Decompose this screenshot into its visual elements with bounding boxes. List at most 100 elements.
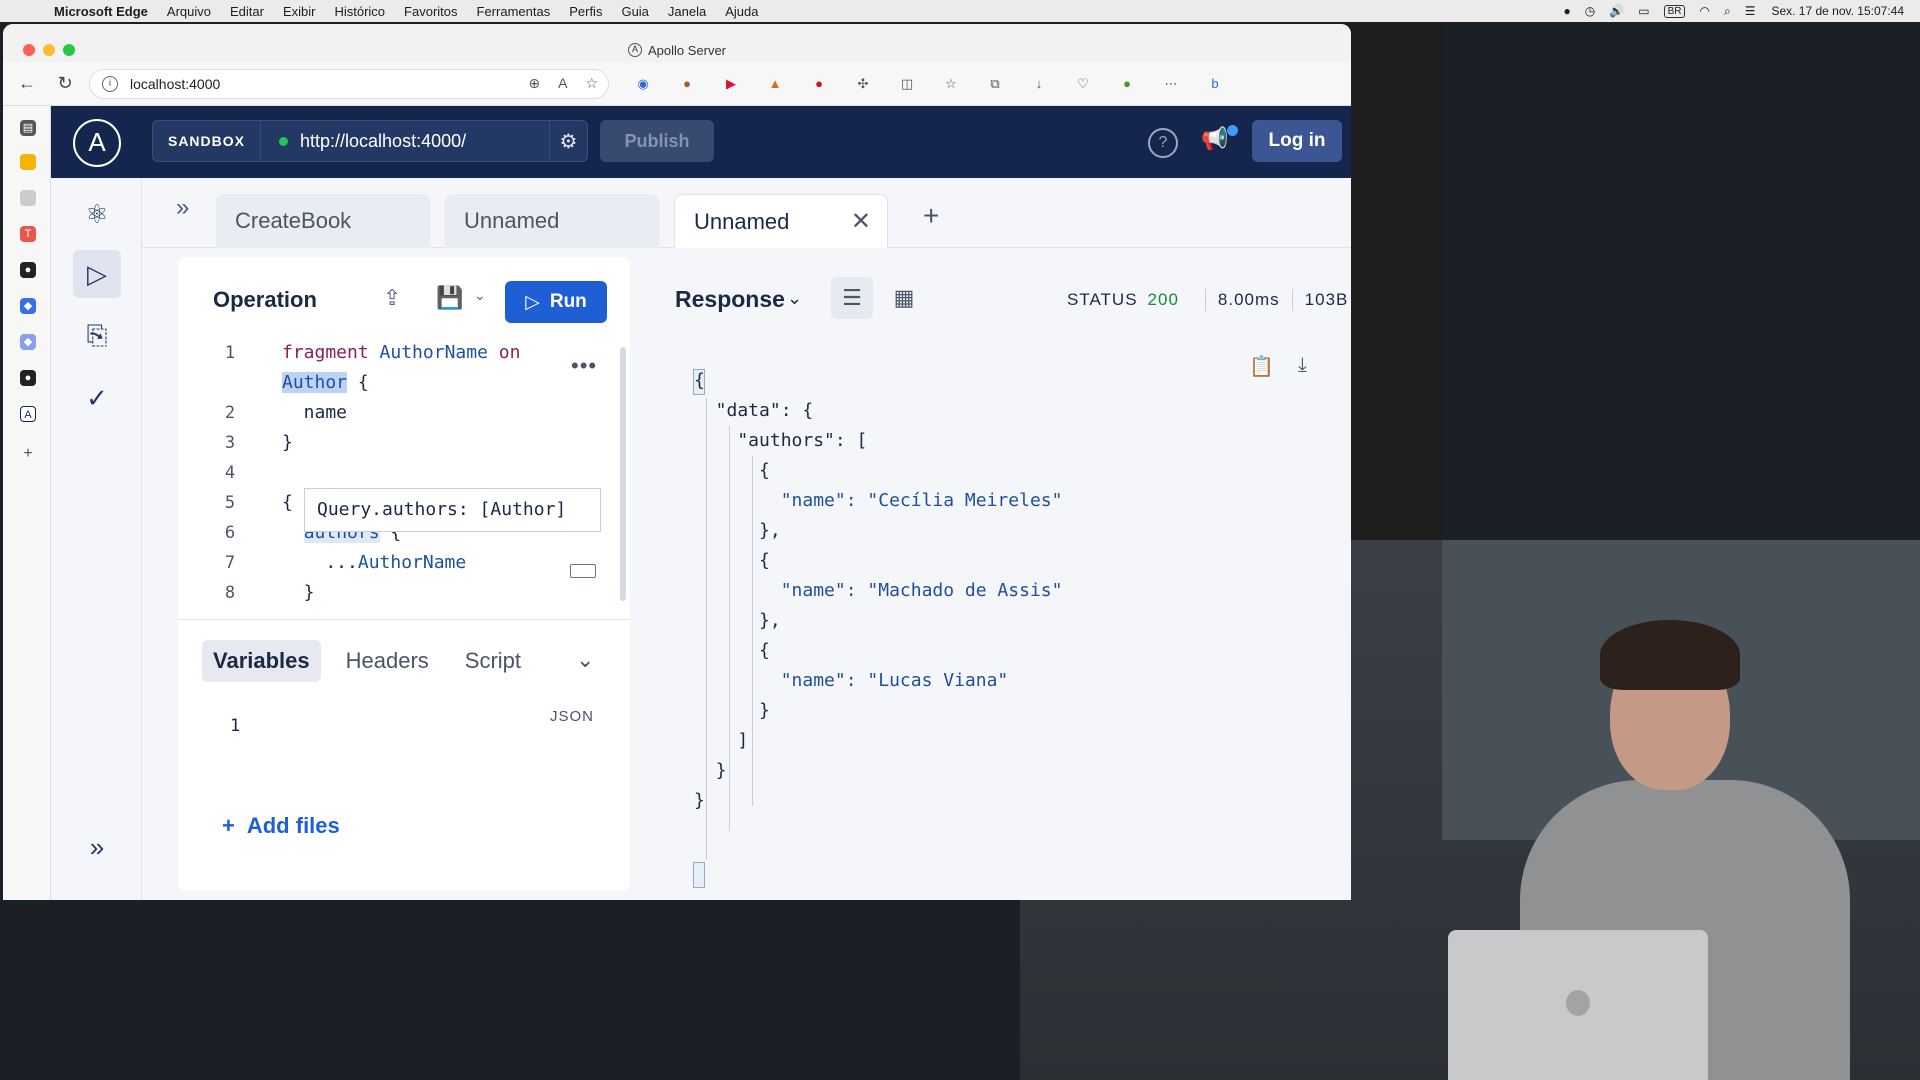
read-aloud-icon[interactable]: A	[558, 75, 567, 92]
login-button[interactable]: Log in	[1252, 120, 1342, 162]
apollo-header: A SANDBOX http://localhost:4000/ ⚙ Publi…	[51, 106, 1351, 178]
editor-scrollbar[interactable]	[620, 347, 626, 601]
sidebar-app-icon[interactable]: ●	[20, 262, 36, 278]
input-source[interactable]: BR	[1663, 4, 1686, 18]
close-window-button[interactable]	[23, 44, 35, 56]
collections-icon[interactable]: ⧉	[985, 74, 1005, 94]
extension-icon[interactable]: ▲	[765, 74, 785, 94]
save-icon[interactable]: 💾	[436, 285, 463, 311]
connection-settings-gear-icon[interactable]: ⚙	[549, 120, 587, 162]
site-info-icon[interactable]: i	[102, 75, 118, 92]
add-tab-icon[interactable]: +	[923, 200, 939, 232]
publish-button[interactable]: Publish	[600, 120, 714, 162]
tab-unnamed-active[interactable]: Unnamed ✕	[674, 194, 888, 248]
browser-essentials-icon[interactable]: ♡	[1073, 74, 1093, 94]
run-button[interactable]: ▷ Run	[505, 281, 607, 323]
keyboard-shortcuts-icon[interactable]	[570, 564, 596, 578]
control-center-icon[interactable]: ☰	[1745, 4, 1756, 18]
code-line: 1 fragment AuthorName on	[178, 338, 618, 368]
download-icon[interactable]: ⤓	[1298, 354, 1307, 377]
address-url[interactable]: localhost:4000	[130, 76, 220, 92]
variables-tabs: Variables Headers Script	[202, 640, 546, 682]
schema-graph-icon[interactable]: ⚛	[73, 190, 121, 238]
spotlight-icon[interactable]: ⌕	[1724, 4, 1731, 19]
tab-headers[interactable]: Headers	[335, 640, 440, 682]
zoom-window-button[interactable]	[63, 44, 75, 56]
response-title[interactable]: Response	[675, 286, 785, 313]
apollo-tab-icon[interactable]: A	[20, 406, 36, 422]
more-options-icon[interactable]: •••	[571, 353, 597, 379]
add-sidebar-icon[interactable]: +	[20, 446, 36, 462]
menu-item[interactable]: Janela	[668, 4, 706, 19]
sandbox-label: SANDBOX	[153, 120, 261, 162]
menu-item[interactable]: Exibir	[283, 4, 316, 19]
chevron-down-icon[interactable]: ⌄	[474, 287, 486, 304]
menu-item[interactable]: Perfis	[569, 4, 602, 19]
tab-createbook[interactable]: CreateBook	[216, 194, 430, 248]
expand-nav-icon[interactable]: »	[73, 832, 121, 872]
add-files-button[interactable]: + Add files	[222, 813, 340, 839]
bing-copilot-icon[interactable]: b	[1205, 74, 1225, 94]
extension-icon[interactable]: ◉	[633, 74, 653, 94]
favorites-icon[interactable]: ☆	[941, 74, 961, 94]
menu-item[interactable]: Editar	[230, 4, 264, 19]
wifi-icon[interactable]: ◠	[1699, 4, 1709, 18]
volume-icon[interactable]: 🔊	[1609, 4, 1624, 18]
address-bar[interactable]: i localhost:4000 ⊕ A ☆	[89, 68, 609, 99]
sidebar-app-icon[interactable]	[20, 190, 36, 206]
extension-icon[interactable]: ●	[677, 74, 697, 94]
json-view-icon[interactable]: ☰	[831, 277, 873, 319]
operation-editor[interactable]: 1 fragment AuthorName on Author { 2 name…	[178, 333, 630, 619]
docs-icon[interactable]: ⎘	[73, 312, 121, 360]
explorer-play-icon[interactable]: ▷	[73, 250, 121, 298]
endpoint-url-input[interactable]: http://localhost:4000/	[300, 131, 549, 152]
back-icon[interactable]: ←	[13, 70, 41, 98]
collapse-chevron-icon[interactable]: ⌄	[576, 647, 594, 673]
downloads-icon[interactable]: ↓	[1029, 74, 1049, 94]
sidebar-app-icon[interactable]: ◆	[20, 298, 36, 314]
github-icon[interactable]: ●	[20, 370, 36, 386]
share-icon[interactable]: ⇪	[383, 285, 401, 311]
collapse-docs-icon[interactable]: »	[176, 194, 189, 222]
apollo-logo-icon[interactable]: A	[73, 119, 121, 167]
json-line: "data": {	[694, 400, 814, 421]
menu-app-name[interactable]: Microsoft Edge	[54, 4, 148, 19]
tab-unnamed[interactable]: Unnamed	[445, 194, 659, 248]
json-line: "authors": [	[694, 430, 868, 451]
record-icon[interactable]: ●	[1564, 4, 1571, 18]
tab-actions-icon[interactable]: ▤	[20, 120, 36, 136]
time-machine-icon[interactable]: ◷	[1585, 4, 1595, 18]
menu-item[interactable]: Histórico	[334, 4, 385, 19]
close-tab-icon[interactable]: ✕	[851, 195, 871, 249]
json-line: },	[694, 610, 781, 631]
split-screen-icon[interactable]: ◫	[897, 74, 917, 94]
checks-icon[interactable]: ✓	[73, 374, 121, 422]
menubar-clock[interactable]: Sex. 17 de nov. 15:07:44	[1771, 4, 1904, 18]
extension-icon[interactable]: ▶	[721, 74, 741, 94]
sidebar-app-icon[interactable]: T	[20, 226, 36, 242]
reload-icon[interactable]: ↻	[51, 70, 79, 98]
more-options-icon[interactable]: ⋯	[1161, 74, 1181, 94]
extensions-puzzle-icon[interactable]: ✣	[853, 74, 873, 94]
menu-item[interactable]: Arquivo	[167, 4, 211, 19]
menu-item[interactable]: Ferramentas	[477, 4, 551, 19]
sidebar-app-icon[interactable]	[20, 154, 36, 170]
table-view-icon[interactable]: ▦	[883, 277, 925, 319]
chevron-down-icon[interactable]: ⌄	[787, 288, 802, 309]
battery-icon[interactable]: ▭	[1638, 4, 1649, 18]
zoom-icon[interactable]: ⊕	[528, 75, 540, 92]
menu-item[interactable]: Guia	[621, 4, 648, 19]
code-text: {	[282, 492, 293, 513]
profile-avatar[interactable]: ●	[1117, 74, 1137, 94]
favorite-star-icon[interactable]: ☆	[585, 75, 598, 92]
tab-script[interactable]: Script	[454, 640, 532, 682]
json-line: {	[694, 370, 705, 391]
sidebar-app-icon[interactable]: ◆	[20, 334, 36, 350]
tab-variables[interactable]: Variables	[202, 640, 321, 682]
extension-icon[interactable]: ●	[809, 74, 829, 94]
menu-item[interactable]: Favoritos	[404, 4, 457, 19]
menu-item[interactable]: Ajuda	[725, 4, 758, 19]
copy-clipboard-icon[interactable]: 📋	[1249, 354, 1274, 379]
help-icon[interactable]: ?	[1148, 128, 1178, 158]
minimize-window-button[interactable]	[43, 44, 55, 56]
